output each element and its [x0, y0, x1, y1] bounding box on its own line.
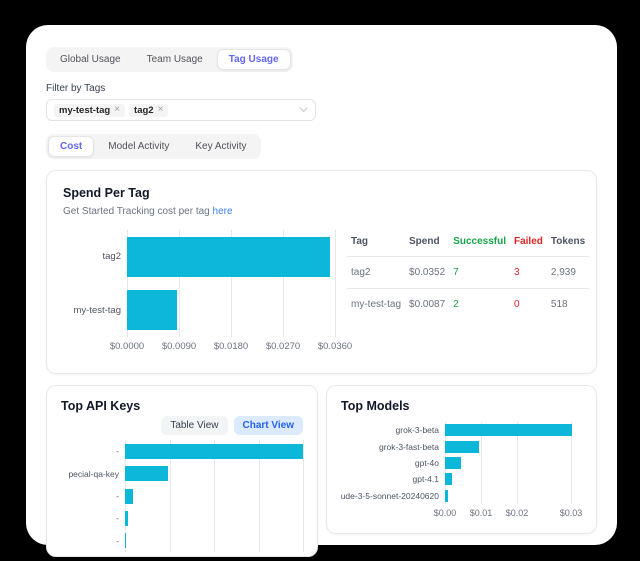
- table-cell: my-test-tag: [347, 289, 405, 321]
- axis-tick-label: $0.0360: [318, 341, 352, 352]
- chart-bar: [445, 441, 479, 453]
- chart-bar: [127, 290, 177, 330]
- spend-per-tag-chart: tag2my-test-tag $0.0000 $0.0090 $0.0180 $0.…: [63, 230, 335, 352]
- tab-team-usage[interactable]: Team Usage: [135, 49, 215, 70]
- chart-category-label: pecial-qa-key: [61, 462, 125, 484]
- top-api-keys-card: Top API Keys Table View Chart View -peci…: [46, 385, 318, 557]
- table-cell: 3: [510, 257, 547, 289]
- axis-tick-label: $0.0180: [214, 341, 248, 352]
- table-cell: tag2: [347, 257, 405, 289]
- axis-tick-label: $0.0090: [162, 341, 196, 352]
- chart-category-label: grok-3-beta: [341, 422, 445, 438]
- table-view-button[interactable]: Table View: [161, 416, 227, 435]
- chart-plot-area: [445, 422, 582, 504]
- top-models-card: Top Models grok-3-betagrok-3-fast-betagp…: [326, 385, 597, 534]
- spend-per-tag-table: TagSpendSuccessfulFailedTokenstag2$0.035…: [347, 230, 589, 320]
- chart-view-button[interactable]: Chart View: [234, 416, 304, 435]
- spend-per-tag-subtitle: Get Started Tracking cost per tag here: [63, 206, 580, 217]
- chart-category-label: my-test-tag: [63, 284, 127, 338]
- usage-view-tabs: Cost Model Activity Key Activity: [46, 134, 261, 159]
- tag-chip-label: my-test-tag: [59, 105, 110, 116]
- chart-bar: [125, 489, 133, 504]
- tab-cost[interactable]: Cost: [48, 136, 94, 157]
- table-row: my-test-tag$0.008720518: [347, 289, 589, 321]
- table-cell: 518: [547, 289, 589, 321]
- tag-chip[interactable]: tag2 ×: [129, 104, 168, 117]
- chart-plot-area: [125, 440, 303, 552]
- chart-category-label: grok-3-fast-beta: [341, 438, 445, 454]
- chart-category-label: gpt-4.1: [341, 471, 445, 487]
- top-api-keys-chart: -pecial-qa-key---: [61, 440, 303, 552]
- here-link[interactable]: here: [213, 206, 233, 217]
- chart-category-label: claude-3-5-sonnet-20240620: [341, 488, 445, 504]
- chart-x-axis: $0.00$0.01$0.02$0.03: [445, 504, 582, 519]
- axis-tick-label: $0.0000: [110, 341, 144, 352]
- tag-filter-select[interactable]: my-test-tag × tag2 ×: [46, 99, 316, 121]
- chart-category-label: gpt-4o: [341, 455, 445, 471]
- spend-per-tag-title: Spend Per Tag: [63, 186, 580, 200]
- spend-per-tag-card: Spend Per Tag Get Started Tracking cost …: [46, 170, 597, 374]
- chart-bar: [125, 466, 168, 481]
- table-column-header: Failed: [510, 230, 547, 257]
- chart-category-label: -: [61, 530, 125, 552]
- table-column-header: Tag: [347, 230, 405, 257]
- table-cell: 2: [449, 289, 510, 321]
- table-cell: 7: [449, 257, 510, 289]
- table-cell: $0.0087: [405, 289, 449, 321]
- tab-model-activity[interactable]: Model Activity: [96, 136, 181, 157]
- chart-bar: [445, 457, 461, 469]
- axis-tick-label: $0.03: [560, 508, 583, 518]
- table-column-header: Spend: [405, 230, 449, 257]
- axis-tick-label: $0.02: [506, 508, 529, 518]
- usage-dashboard-panel: Global Usage Team Usage Tag Usage Filter…: [26, 25, 617, 545]
- top-models-title: Top Models: [341, 399, 582, 413]
- chart-bar: [127, 237, 330, 277]
- usage-scope-tabs: Global Usage Team Usage Tag Usage: [46, 47, 293, 72]
- chart-bar: [445, 424, 572, 436]
- tag-chip[interactable]: my-test-tag ×: [54, 104, 125, 117]
- table-column-header: Tokens: [547, 230, 589, 257]
- chart-bar: [125, 533, 126, 548]
- axis-tick-label: $0.0270: [266, 341, 300, 352]
- chart-gridline: [335, 230, 336, 337]
- chart-gridline: [303, 440, 304, 552]
- chart-bar: [125, 444, 303, 459]
- chart-bar: [445, 490, 448, 502]
- table-row: tag2$0.0352732,939: [347, 257, 589, 289]
- top-api-keys-title: Top API Keys: [61, 399, 140, 413]
- chart-bar: [125, 511, 128, 526]
- subtitle-text: Get Started Tracking cost per tag: [63, 206, 213, 217]
- chart-bar: [445, 473, 452, 485]
- chart-x-axis: $0.0000$0.0090$0.0180$0.0270$0.0360: [127, 337, 335, 352]
- remove-tag-icon[interactable]: ×: [158, 105, 164, 115]
- chart-category-label: -: [61, 485, 125, 507]
- tag-chip-label: tag2: [134, 105, 154, 116]
- chart-y-labels: tag2my-test-tag: [63, 230, 127, 337]
- chart-plot-area: [127, 230, 335, 337]
- tab-key-activity[interactable]: Key Activity: [183, 136, 258, 157]
- remove-tag-icon[interactable]: ×: [114, 105, 120, 115]
- axis-tick-label: $0.00: [434, 508, 457, 518]
- table-cell: $0.0352: [405, 257, 449, 289]
- table-cell: 2,939: [547, 257, 589, 289]
- chart-category-label: tag2: [63, 230, 127, 284]
- chart-category-label: -: [61, 507, 125, 529]
- axis-tick-label: $0.01: [470, 508, 493, 518]
- chart-y-labels: -pecial-qa-key---: [61, 440, 125, 552]
- tab-global-usage[interactable]: Global Usage: [48, 49, 133, 70]
- table-cell: 0: [510, 289, 547, 321]
- table-column-header: Successful: [449, 230, 510, 257]
- view-toggle: Table View Chart View: [161, 416, 303, 435]
- chevron-down-icon: [299, 107, 308, 113]
- tab-tag-usage[interactable]: Tag Usage: [217, 49, 291, 70]
- chart-category-label: -: [61, 440, 125, 462]
- top-models-chart: grok-3-betagrok-3-fast-betagpt-4ogpt-4.1…: [341, 422, 582, 519]
- chart-y-labels: grok-3-betagrok-3-fast-betagpt-4ogpt-4.1…: [341, 422, 445, 504]
- filter-by-tags-label: Filter by Tags: [46, 83, 597, 94]
